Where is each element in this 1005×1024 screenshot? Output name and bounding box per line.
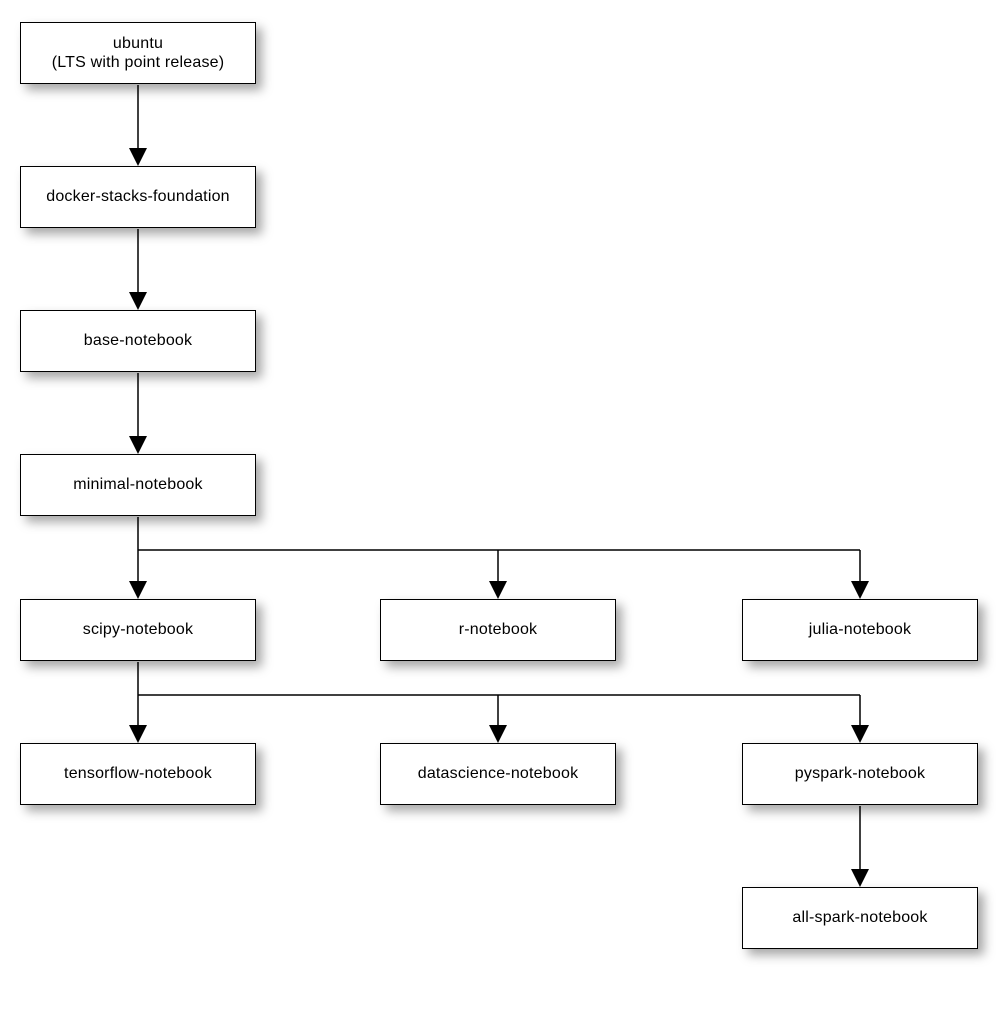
node-pyspark-notebook: pyspark-notebook: [742, 743, 978, 805]
node-base-notebook: base-notebook: [20, 310, 256, 372]
node-label: ubuntu (LTS with point release): [52, 34, 225, 72]
node-all-spark-notebook: all-spark-notebook: [742, 887, 978, 949]
node-label: julia-notebook: [809, 620, 911, 639]
node-label: pyspark-notebook: [795, 764, 925, 783]
node-tensorflow-notebook: tensorflow-notebook: [20, 743, 256, 805]
node-label: minimal-notebook: [73, 475, 202, 494]
node-docker-stacks-foundation: docker-stacks-foundation: [20, 166, 256, 228]
node-ubuntu: ubuntu (LTS with point release): [20, 22, 256, 84]
node-julia-notebook: julia-notebook: [742, 599, 978, 661]
diagram-canvas: ubuntu (LTS with point release) docker-s…: [0, 0, 1005, 1024]
node-minimal-notebook: minimal-notebook: [20, 454, 256, 516]
node-label: scipy-notebook: [83, 620, 193, 639]
node-datascience-notebook: datascience-notebook: [380, 743, 616, 805]
node-r-notebook: r-notebook: [380, 599, 616, 661]
node-label: r-notebook: [459, 620, 538, 639]
node-label: all-spark-notebook: [792, 908, 927, 927]
node-label: tensorflow-notebook: [64, 764, 212, 783]
node-label: datascience-notebook: [418, 764, 579, 783]
node-label: base-notebook: [84, 331, 192, 350]
node-scipy-notebook: scipy-notebook: [20, 599, 256, 661]
node-label: docker-stacks-foundation: [46, 187, 230, 206]
